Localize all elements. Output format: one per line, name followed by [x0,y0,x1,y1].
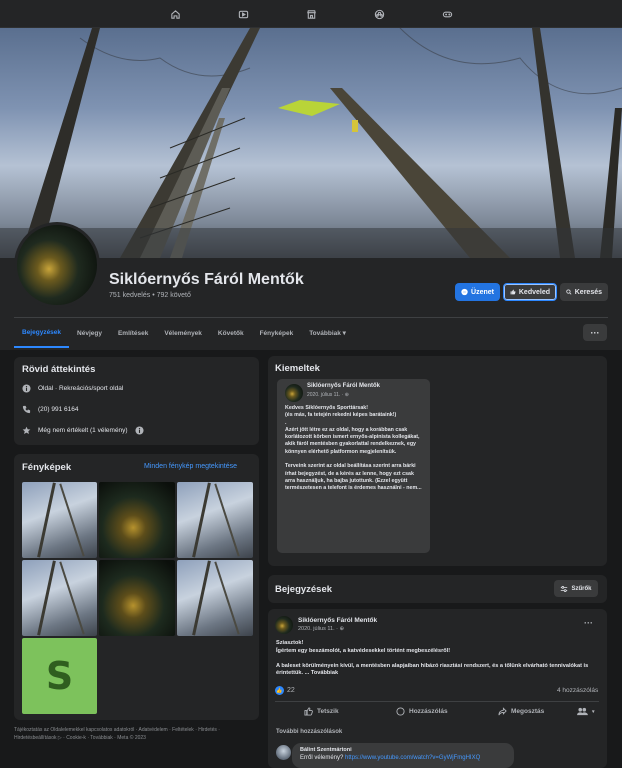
message-button[interactable]: Üzenet [455,283,500,301]
photo-thumbnail[interactable] [177,560,253,636]
photo-thumbnail[interactable] [99,560,175,636]
avatar[interactable] [275,616,293,634]
intro-category: Oldal · Rekreációs/sport oldal [38,385,124,392]
tab-photos[interactable]: Fényképek [252,318,302,348]
comment-text: Erről vélemény? https://www.youtube.com/… [300,755,506,761]
messenger-icon [461,288,468,296]
photo-thumbnail-logo[interactable]: S [22,638,97,714]
photo-thumbnail[interactable] [177,482,253,558]
info-icon [22,384,31,393]
audience-selector[interactable]: ▾ [577,707,595,716]
filter-button[interactable]: Szűrők [554,580,598,597]
post-date[interactable]: 2020. július 11. · ⊕ [298,626,344,632]
like-button[interactable]: Tetszik [304,707,339,716]
groups-icon[interactable] [345,0,413,28]
photo-thumbnail[interactable] [22,482,97,558]
like-reaction-icon: 👍 [275,686,284,695]
search-icon [566,289,572,295]
cover-photo [0,28,622,258]
comment-author[interactable]: Bálint Szentmártoni [300,747,506,753]
posts-title: Bejegyzések [275,584,333,595]
action-divider [275,701,599,702]
like-page-button-label: Kedveled [518,288,550,296]
footer-links[interactable]: Tájékoztatás az Oldalelemekkel kapcsolat… [14,726,260,742]
avatar[interactable] [285,384,303,402]
tab-more[interactable]: Továbbiak ▾ [301,318,354,348]
page-title: Siklóernyős Fáról Mentők [109,271,304,288]
thumbs-up-icon [510,289,516,295]
comment-text-content: Erről vélemény? [300,755,346,761]
filter-icon [561,585,568,592]
people-icon [577,707,588,716]
intro-title: Rövid áttekintés [22,364,96,375]
marketplace-icon[interactable] [277,0,345,28]
post-menu-button[interactable]: ··· [584,618,593,628]
share-button-label: Megosztás [511,708,545,715]
commenter-avatar[interactable] [276,745,291,760]
featured-post-text: Kedves Siklóernyős Sporttársak! (és más,… [285,405,422,492]
featured-post-author[interactable]: Siklóernyős Fáról Mentők [307,383,380,389]
tab-mentions[interactable]: Említések [110,318,156,348]
featured-title: Kiemeltek [275,363,320,374]
message-button-label: Üzenet [471,288,494,296]
tab-about[interactable]: Névjegy [69,318,110,348]
share-icon [498,707,507,716]
video-icon[interactable] [209,0,277,28]
see-all-photos-link[interactable]: Minden fénykép megtekintése [144,463,237,470]
page-avatar[interactable] [14,222,100,308]
intro-rating-row: Még nem értékelt (1 vélemény) [22,426,144,435]
intro-category-row: Oldal · Rekreációs/sport oldal [22,384,123,393]
comment-button[interactable]: Hozzászólás [396,707,448,716]
comment-bubble: Bálint Szentmártoni Erről vélemény? http… [292,743,514,768]
comment-button-label: Hozzászólás [409,708,448,715]
comment-icon [396,707,405,716]
page-options-button[interactable]: ··· [583,324,607,341]
featured-post-date[interactable]: 2020. július 11. · ⊕ [307,392,349,398]
home-icon[interactable] [141,0,209,28]
intro-rating[interactable]: Még nem értékelt (1 vélemény) [38,427,128,434]
thumbs-up-icon [304,707,313,716]
more-comments-link[interactable]: További hozzászólások [276,729,342,735]
page-tabs: Bejegyzések Névjegy Említések Vélemények… [14,318,354,348]
tab-followers[interactable]: Követők [210,318,252,348]
intro-phone-row: (20) 991 6164 [22,405,78,414]
tab-reviews[interactable]: Vélemények [156,318,210,348]
like-page-button[interactable]: Kedveled [503,283,557,301]
tab-posts[interactable]: Bejegyzések [14,318,70,348]
photo-thumbnail[interactable] [99,482,175,558]
intro-phone[interactable]: (20) 991 6164 [38,406,78,413]
search-page-button-label: Keresés [574,288,602,296]
comment-link[interactable]: https://www.youtube.com/watch?v=GyWjFmgH… [345,755,480,761]
page-stats[interactable]: 751 kedvelés • 792 követő [109,292,191,299]
see-more-link[interactable]: Továbbiak [311,670,338,676]
intro-card: Rövid áttekintés Oldal · Rekreációs/spor… [14,357,259,445]
reactions-row[interactable]: 👍 22 [275,686,295,695]
featured-post[interactable]: Siklóernyős Fáról Mentők 2020. július 11… [277,379,430,553]
photos-title: Fényképek [22,462,72,473]
star-icon [22,426,31,435]
phone-icon [22,405,31,414]
chevron-down-icon: ▾ [592,708,595,715]
comments-count[interactable]: 4 hozzászólás [557,687,598,694]
post-author[interactable]: Siklóernyős Fáról Mentők [298,617,377,624]
likes-count: 22 [287,687,295,694]
post-text: Sziasztok! Ígértem egy beszámolót, a kat… [276,640,606,678]
search-page-button[interactable]: Keresés [560,283,608,301]
like-button-label: Tetszik [317,708,339,715]
photo-thumbnail[interactable] [22,560,97,636]
top-navigation [0,0,622,28]
info-circle-icon[interactable] [135,426,144,435]
share-button[interactable]: Megosztás [498,707,544,716]
filter-button-label: Szűrők [571,585,592,592]
gaming-icon[interactable] [413,0,481,28]
photo-grid: S [22,482,253,714]
